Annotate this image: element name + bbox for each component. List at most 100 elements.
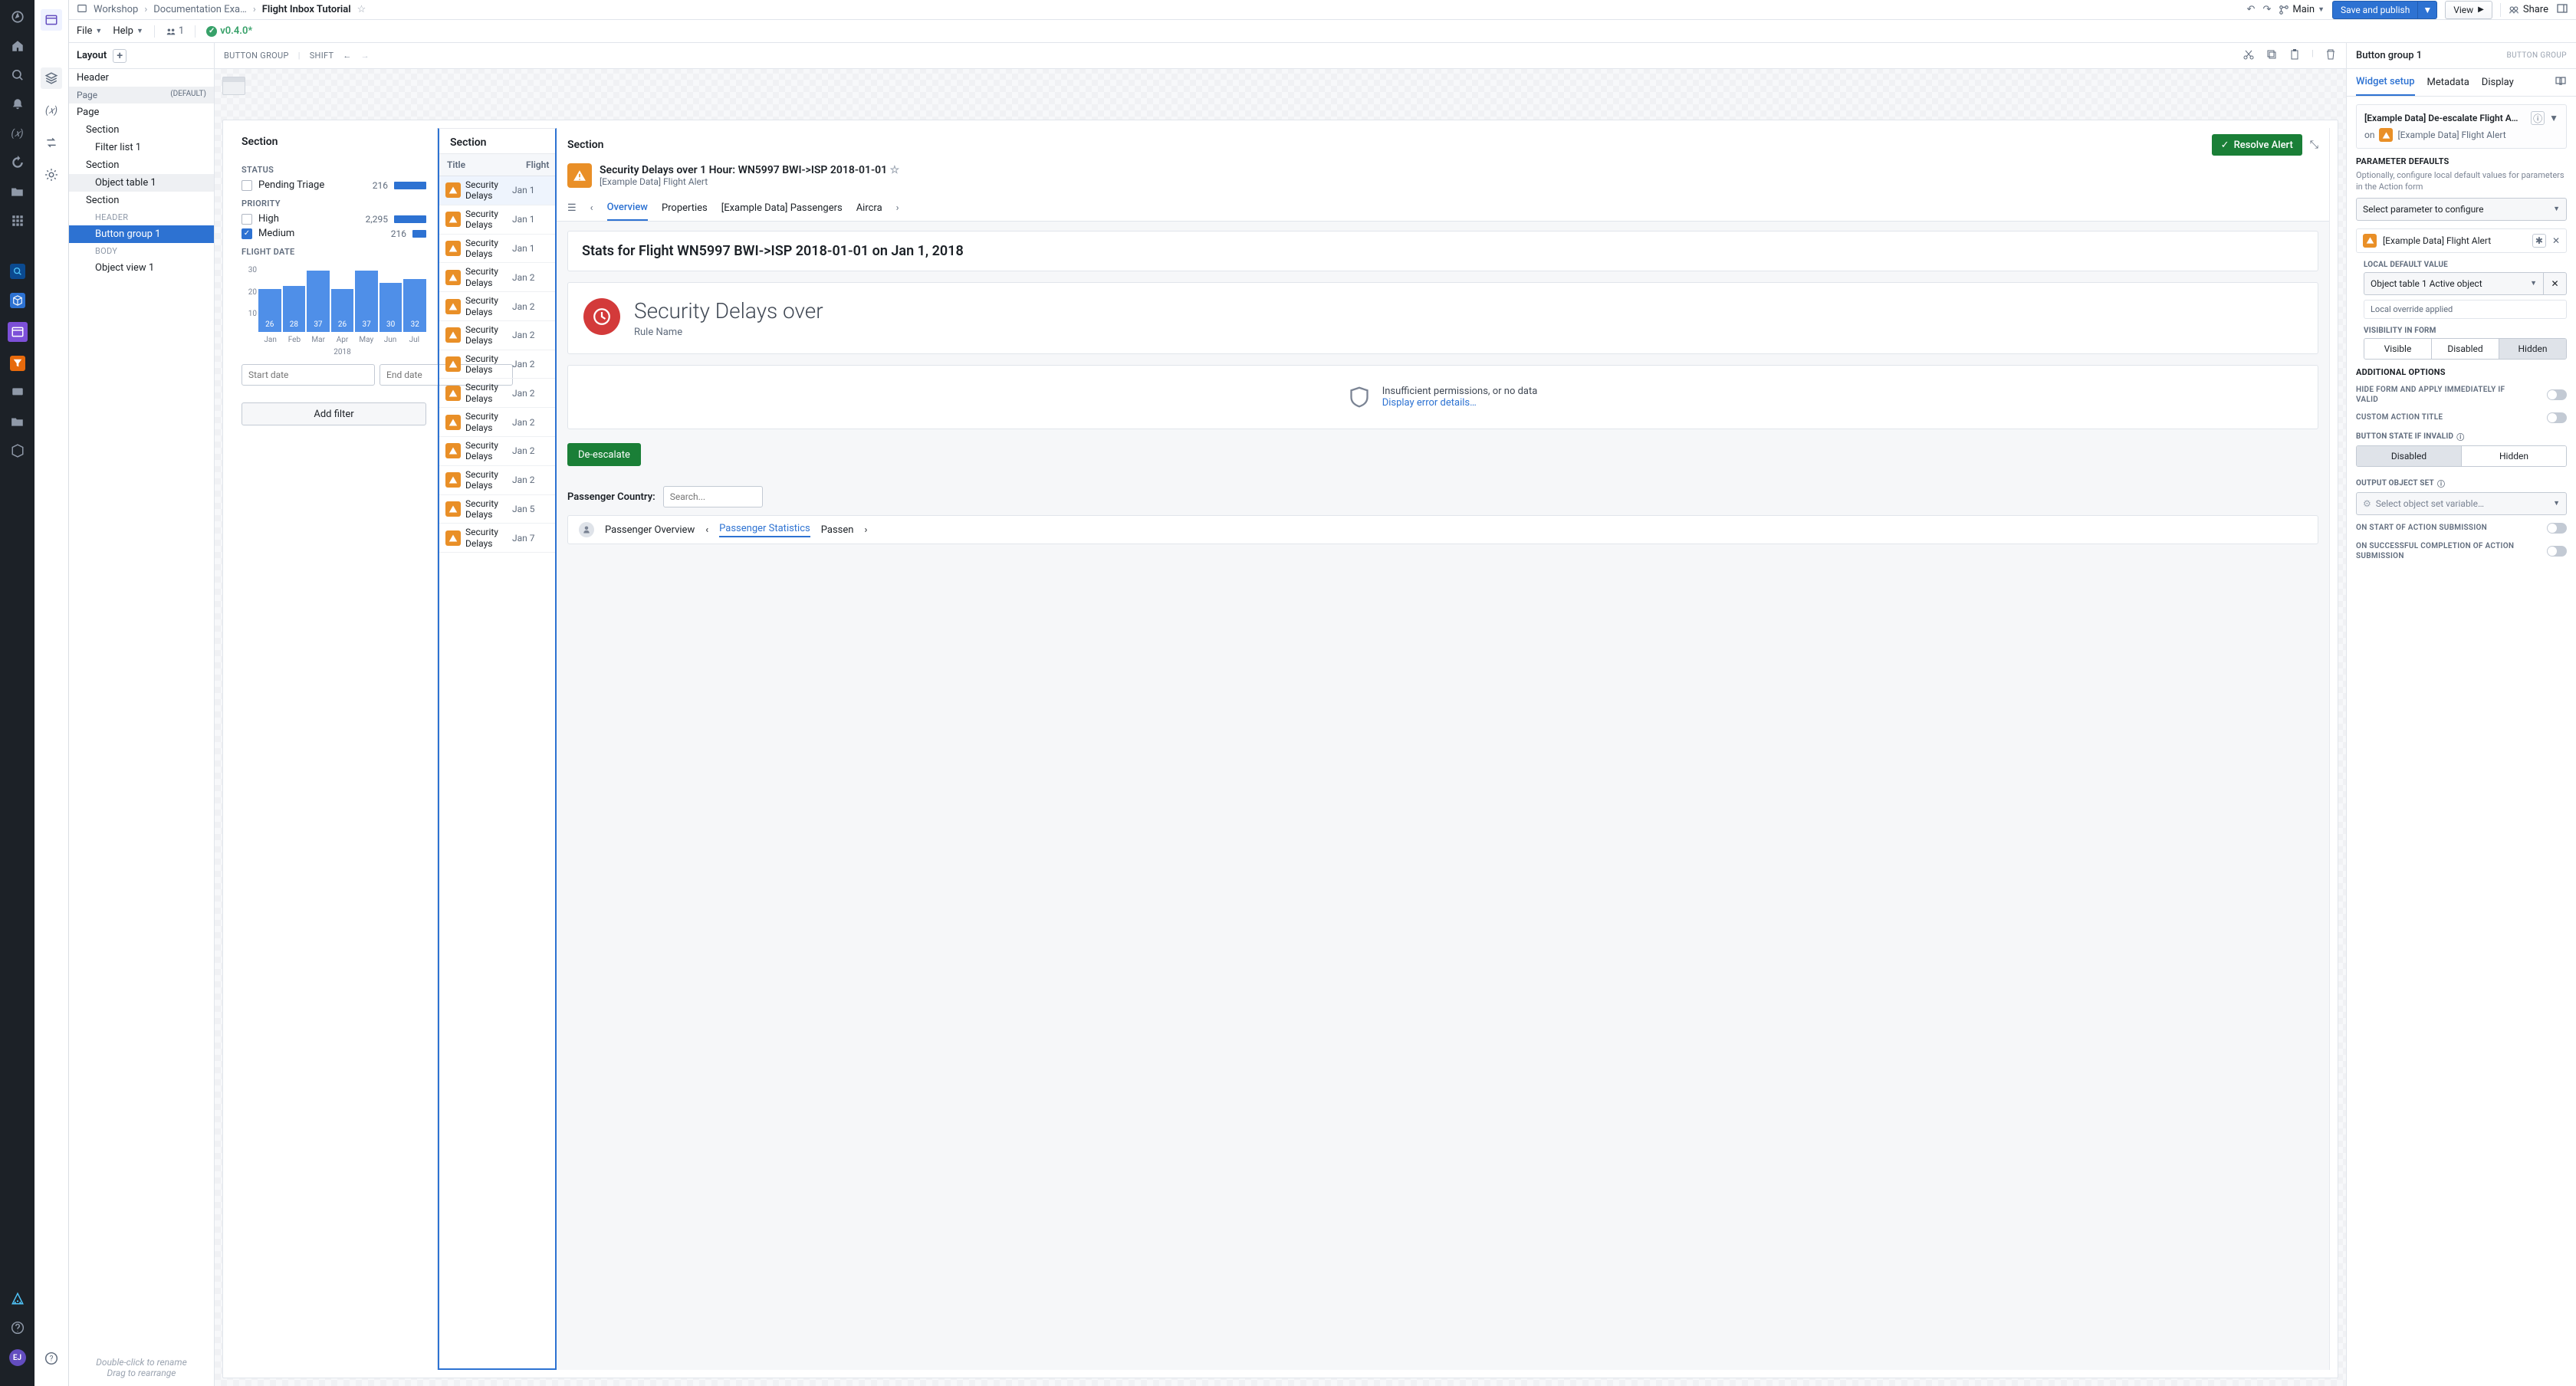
radio-option[interactable]: Hidden — [2499, 339, 2566, 359]
th-date[interactable]: Flight — [518, 154, 555, 176]
add-filter-button[interactable]: Add filter — [242, 402, 426, 425]
checkbox[interactable]: ✓ — [242, 228, 252, 239]
monitor-icon[interactable] — [10, 385, 25, 400]
copy-icon[interactable] — [2266, 48, 2278, 63]
action-card[interactable]: [Example Data] De-escalate Flight A… ⓘ ▼… — [2356, 104, 2567, 149]
folder-icon[interactable] — [10, 414, 25, 429]
layers-icon[interactable] — [41, 67, 62, 89]
folder-open-icon[interactable] — [10, 184, 25, 199]
view-button[interactable]: View▶ — [2445, 1, 2492, 19]
save-publish-caret[interactable]: ▼ — [2418, 1, 2437, 19]
tree-page-default[interactable]: Page(DEFAULT) — [69, 87, 214, 103]
resolve-alert-button[interactable]: ✓Resolve Alert — [2212, 134, 2302, 156]
variable-panel-icon[interactable]: (𝑥) — [41, 100, 62, 121]
tab-display[interactable]: Display — [2482, 70, 2514, 95]
on-start-switch[interactable] — [2547, 523, 2567, 534]
file-menu[interactable]: File▼ — [77, 25, 102, 37]
tab-overview[interactable]: Overview — [607, 195, 648, 221]
tab-properties[interactable]: Properties — [662, 196, 708, 220]
param-select[interactable]: Select parameter to configure▼ — [2356, 198, 2567, 221]
footer-prev-icon[interactable]: ‹ — [705, 524, 708, 536]
table-row[interactable]: Security Delays Jan 2 — [439, 292, 555, 321]
output-set-select[interactable]: ⚙Select object set variable… ▼ — [2356, 492, 2567, 515]
cut-icon[interactable] — [2242, 48, 2255, 63]
shift-right-icon[interactable]: → — [361, 51, 370, 61]
bell-icon[interactable] — [10, 97, 25, 112]
chart-bar[interactable]: 32 — [403, 279, 426, 332]
hamburger-icon[interactable]: ☰ — [567, 202, 577, 214]
clipboard-icon[interactable] — [2288, 48, 2301, 63]
save-publish-button[interactable]: Save and publish — [2332, 1, 2418, 19]
history-icon[interactable] — [10, 155, 25, 170]
crumb-current[interactable]: Flight Inbox Tutorial — [262, 4, 351, 15]
branch-selector[interactable]: Main ▼ — [2279, 4, 2325, 15]
tree-section-2[interactable]: Section — [69, 156, 214, 174]
tree-section-3[interactable]: Section — [69, 192, 214, 209]
tree-header[interactable]: Header — [69, 69, 214, 87]
radio-option[interactable]: Hidden — [2461, 446, 2566, 466]
workshop-icon[interactable] — [8, 322, 28, 342]
cube-icon[interactable] — [10, 293, 25, 308]
tree-object-table[interactable]: Object table 1 — [69, 174, 214, 192]
table-row[interactable]: Security Delays Jan 1 — [439, 176, 555, 205]
deescalate-button[interactable]: De-escalate — [567, 443, 641, 466]
table-row[interactable]: Security Delays Jan 2 — [439, 263, 555, 292]
help-icon[interactable] — [10, 1320, 25, 1335]
tree-filter-list[interactable]: Filter list 1 — [69, 139, 214, 156]
table-row[interactable]: Security Delays Jan 2 — [439, 379, 555, 408]
table-row[interactable]: Security Delays Jan 2 — [439, 350, 555, 379]
delete-icon[interactable] — [2325, 48, 2337, 63]
share-button[interactable]: Share — [2509, 4, 2548, 15]
table-row[interactable]: Security Delays Jan 2 — [439, 437, 555, 466]
flight-date-chart[interactable]: 302010 26 28 37 26 37 30 32JanFebMarAprM… — [242, 266, 426, 358]
gear-icon[interactable] — [41, 164, 62, 186]
passenger-country-search[interactable] — [663, 486, 763, 507]
redo-icon[interactable]: ↷ — [2262, 4, 2271, 15]
funnel-icon[interactable] — [10, 356, 25, 371]
folder-crumb-icon[interactable] — [77, 3, 87, 17]
custom-title-switch[interactable] — [2547, 412, 2567, 423]
perm-link[interactable]: Display error details… — [1382, 397, 1538, 409]
shift-left-icon[interactable]: ← — [343, 51, 351, 61]
remove-chip-icon[interactable]: ✕ — [2552, 235, 2560, 246]
table-row[interactable]: Security Delays Jan 5 — [439, 495, 555, 524]
page-thumb-icon[interactable] — [222, 77, 248, 112]
tab-metadata[interactable]: Metadata — [2427, 70, 2469, 95]
docs-icon[interactable] — [2555, 75, 2567, 90]
swap-icon[interactable] — [41, 132, 62, 153]
clear-default-button[interactable]: ✕ — [2544, 272, 2567, 295]
filter-row[interactable]: Pending Triage 216 — [242, 179, 426, 191]
chart-bar[interactable]: 37 — [355, 271, 378, 332]
asterisk-icon[interactable]: ✱ — [2532, 234, 2546, 248]
tab-passengers[interactable]: [Example Data] Passengers — [721, 196, 843, 220]
viewers-count[interactable]: 1 — [166, 25, 184, 37]
next-tab-icon[interactable]: › — [896, 202, 899, 214]
panel-toggle-icon[interactable] — [2556, 2, 2568, 18]
crumb-docs[interactable]: Documentation Exa… — [153, 4, 247, 15]
home-icon[interactable] — [10, 38, 25, 54]
table-row[interactable]: Security Delays Jan 2 — [439, 466, 555, 495]
info-icon[interactable]: ⓘ — [2531, 111, 2545, 125]
table-row[interactable]: Security Delays Jan 7 — [439, 524, 555, 553]
filter-row[interactable]: High 2,295 — [242, 213, 426, 225]
tab-aircraft[interactable]: Aircra — [856, 196, 882, 220]
package-icon[interactable] — [10, 443, 25, 458]
version-badge[interactable]: ✓v0.4.0* — [206, 25, 252, 37]
collapse-icon[interactable]: ⤡ — [2310, 139, 2318, 151]
add-layout-button[interactable]: + — [113, 49, 127, 63]
filter-row[interactable]: ✓ Medium 216 — [242, 228, 426, 239]
checkbox[interactable] — [242, 214, 252, 225]
help-panel-icon[interactable]: ? — [41, 1348, 62, 1369]
search-icon[interactable] — [10, 67, 25, 83]
chart-bar[interactable]: 37 — [307, 271, 330, 332]
prev-tab-icon[interactable]: ‹ — [590, 202, 593, 214]
tree-page[interactable]: Page — [69, 103, 214, 121]
table-row[interactable]: Security Delays Jan 2 — [439, 408, 555, 437]
flight-alert-chip[interactable]: [Example Data] Flight Alert ✱ ✕ — [2356, 228, 2567, 253]
radio-option[interactable]: Visible — [2364, 339, 2431, 359]
table-row[interactable]: Security Delays Jan 1 — [439, 235, 555, 264]
star-icon[interactable]: ☆ — [357, 4, 366, 15]
radio-option[interactable]: Disabled — [2357, 446, 2461, 466]
tree-section-1[interactable]: Section — [69, 121, 214, 139]
table-row[interactable]: Security Delays Jan 2 — [439, 321, 555, 350]
